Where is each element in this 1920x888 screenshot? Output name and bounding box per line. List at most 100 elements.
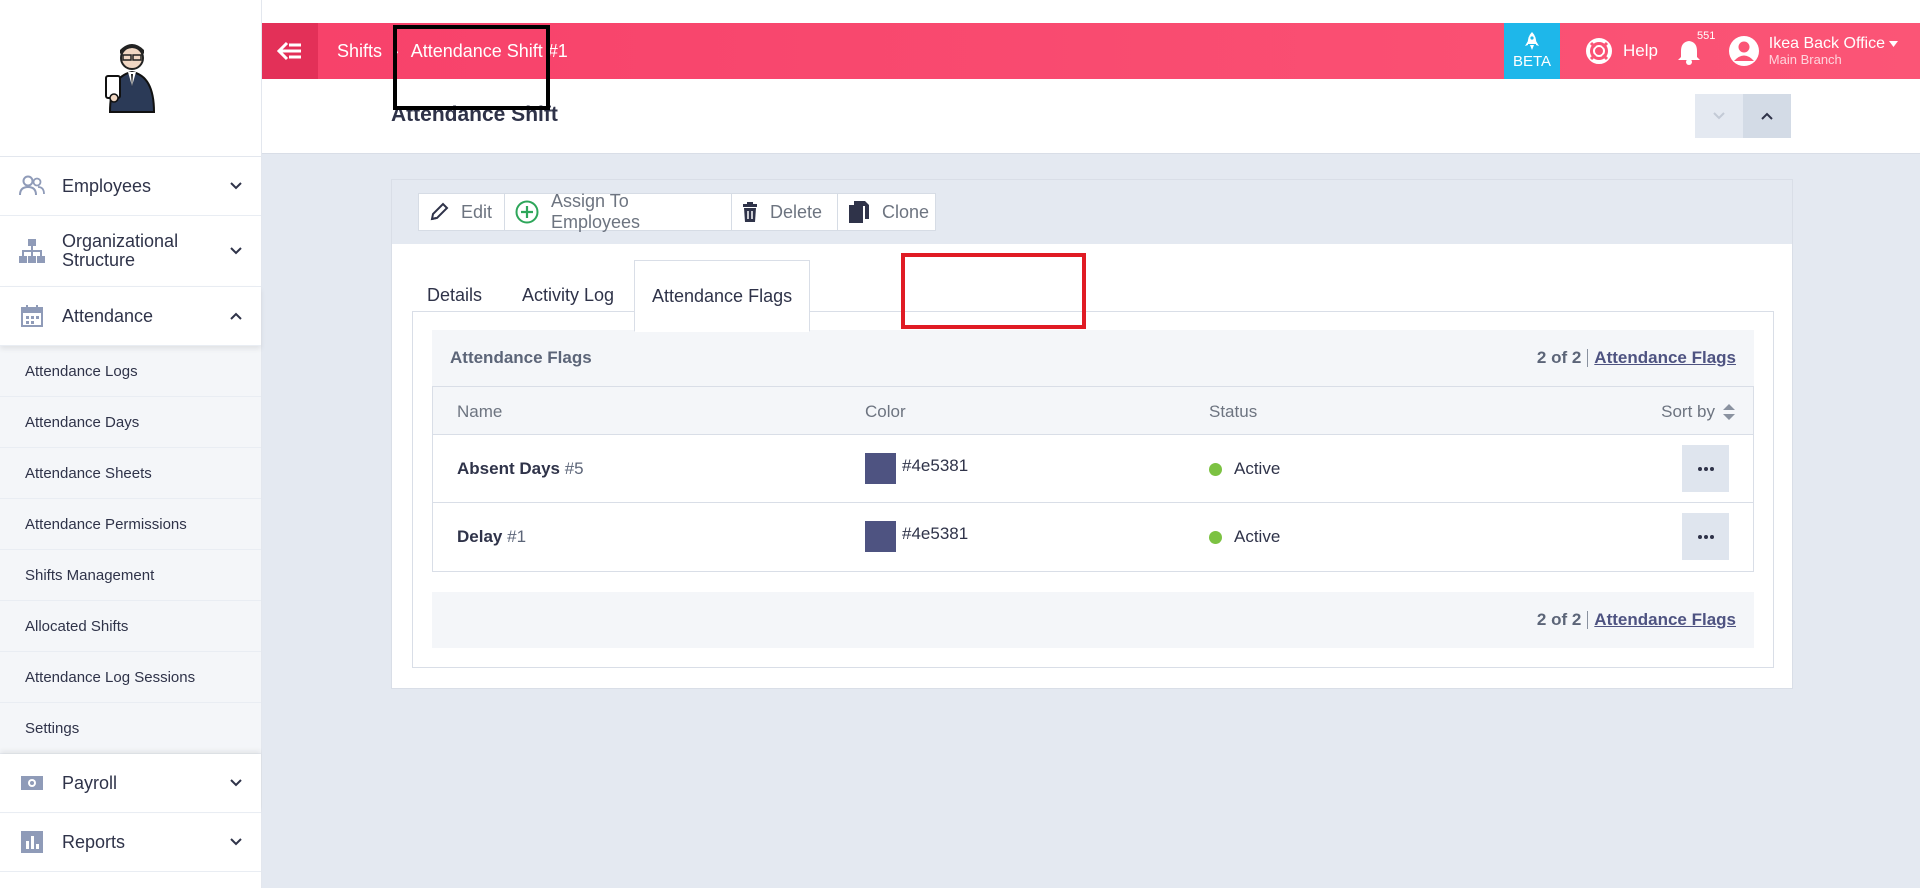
flag-status-cell: Active — [1209, 527, 1280, 547]
table-row[interactable]: Absent Days #5 #4e5381 Active — [433, 435, 1753, 503]
rocket-icon — [1525, 32, 1539, 50]
page-header: Attendance Shift — [262, 79, 1920, 154]
attendance-flags-link[interactable]: Attendance Flags — [1594, 348, 1736, 368]
breadcrumb-separator-icon: › — [394, 43, 399, 59]
sidebar-item-settings[interactable]: Settings — [0, 703, 261, 754]
beta-button[interactable]: BETA — [1504, 23, 1560, 79]
sidebar: Employees Organizational Structure Atten… — [0, 0, 262, 888]
sidebar-item-allocated-shifts[interactable]: Allocated Shifts — [0, 601, 261, 652]
pager-count: 2 of 2 — [1536, 610, 1582, 629]
main-area: Shifts › Attendance Shift #1 BETA Help 5… — [262, 0, 1920, 888]
status-dot-icon — [1209, 462, 1222, 476]
beta-label: BETA — [1512, 53, 1552, 70]
edit-button[interactable]: Edit — [418, 193, 505, 231]
copy-icon — [848, 200, 870, 224]
sidebar-item-attendance-log-sessions[interactable]: Attendance Log Sessions — [0, 652, 261, 703]
user-name: Ikea Back Office — [1768, 35, 1885, 52]
row-actions-button[interactable] — [1682, 513, 1729, 560]
trash-icon — [742, 202, 758, 222]
flag-number: #1 — [507, 527, 527, 546]
sidebar-group-organizational-structure[interactable]: Organizational Structure — [0, 216, 261, 287]
clone-button[interactable]: Clone — [837, 193, 936, 231]
sidebar-item-attendance-sheets[interactable]: Attendance Sheets — [0, 448, 261, 499]
flag-color-cell: #4e5381 — [865, 453, 968, 484]
lifebuoy-icon — [1586, 38, 1613, 64]
sidebar-group-attendance[interactable]: Attendance — [0, 287, 261, 346]
row-actions-button[interactable] — [1682, 445, 1729, 492]
table-header: Name Color Status Sort by — [433, 387, 1753, 435]
flag-number: #5 — [564, 459, 584, 478]
sidebar-item-attendance-logs[interactable]: Attendance Logs — [0, 346, 261, 397]
clone-label: Clone — [882, 201, 930, 222]
sidebar-group-reports[interactable]: Reports — [0, 813, 261, 872]
breadcrumb-shifts-link[interactable]: Shifts — [337, 41, 382, 62]
sort-by-label: Sort by — [1661, 402, 1715, 421]
edit-label: Edit — [461, 201, 493, 222]
color-hex: #4e5381 — [902, 523, 969, 543]
column-header-color: Color — [865, 402, 906, 421]
notification-count: 551 — [1697, 30, 1716, 42]
assign-label: Assign To Employees — [551, 191, 641, 232]
sidebar-group-label: Attendance — [62, 305, 154, 326]
flag-color-cell: #4e5381 — [865, 521, 968, 552]
money-icon — [18, 769, 46, 797]
pager-count: 2 of 2 — [1536, 348, 1582, 367]
pager-top: 2 of 2 Attendance Flags — [1537, 348, 1736, 368]
color-swatch — [865, 521, 896, 552]
back-arrow-icon — [277, 41, 301, 61]
caret-down-icon — [1889, 41, 1898, 47]
attendance-submenu: Attendance Logs Attendance Days Attendan… — [0, 346, 261, 754]
chevron-down-icon — [229, 776, 243, 790]
pager-divider — [1587, 611, 1589, 629]
flags-table: Name Color Status Sort by Absent Days #5 — [432, 386, 1754, 572]
top-navbar: Shifts › Attendance Shift #1 BETA Help 5… — [262, 23, 1920, 79]
chevron-up-icon — [229, 309, 243, 323]
table-row[interactable]: Delay #1 #4e5381 Active — [433, 503, 1753, 571]
sidebar-item-attendance-permissions[interactable]: Attendance Permissions — [0, 499, 261, 550]
color-hex: #4e5381 — [902, 455, 969, 475]
delete-button[interactable]: Delete — [731, 193, 838, 231]
sort-by-button[interactable]: Sort by — [1661, 402, 1735, 422]
flag-name-cell: Delay #1 — [457, 527, 526, 547]
breadcrumb: Shifts › Attendance Shift #1 — [337, 23, 568, 79]
top-spacer — [262, 0, 1920, 23]
delete-label: Delete — [770, 201, 823, 222]
attendance-flags-link[interactable]: Attendance Flags — [1594, 610, 1736, 630]
chevron-down-icon — [229, 835, 243, 849]
flags-footer: 2 of 2 Attendance Flags — [432, 592, 1754, 648]
businessman-logo-icon — [104, 44, 155, 113]
page-title: Attendance Shift — [391, 103, 558, 126]
flags-title: Attendance Flags — [450, 348, 592, 367]
status-label: Active — [1234, 459, 1281, 478]
breadcrumb-current: Attendance Shift #1 — [410, 40, 568, 61]
help-button[interactable]: Help — [1586, 23, 1658, 79]
chevron-up-icon — [1761, 112, 1773, 120]
user-menu[interactable]: Ikea Back Office Main Branch — [1728, 23, 1898, 79]
tab-attendance-flags[interactable]: Attendance Flags — [634, 260, 811, 332]
assign-to-employees-button[interactable]: Assign To Employees — [504, 191, 732, 232]
pager-bottom: 2 of 2 Attendance Flags — [1537, 610, 1736, 630]
collapse-down-button[interactable] — [1695, 94, 1743, 138]
collapse-up-button[interactable] — [1743, 94, 1791, 138]
back-button[interactable] — [262, 23, 318, 79]
org-chart-icon — [18, 237, 46, 265]
calendar-icon — [18, 302, 46, 330]
company-logo[interactable] — [0, 0, 261, 157]
sidebar-item-shifts-management[interactable]: Shifts Management — [0, 550, 261, 601]
record-panel: Edit Assign To Employees Delete Clone De… — [391, 179, 1793, 689]
sidebar-group-label: Reports — [62, 831, 126, 852]
ellipsis-icon — [1697, 466, 1714, 471]
chevron-down-icon — [1713, 112, 1725, 120]
sidebar-item-attendance-days[interactable]: Attendance Days — [0, 397, 261, 448]
panel-toggle-group — [1695, 94, 1791, 138]
bar-chart-icon — [18, 828, 46, 856]
flag-status-cell: Active — [1209, 459, 1280, 479]
notifications-button[interactable]: 551 — [1677, 30, 1715, 66]
sidebar-group-employees[interactable]: Employees — [0, 157, 261, 216]
sidebar-group-payroll[interactable]: Payroll — [0, 754, 261, 813]
people-icon — [18, 172, 46, 200]
bell-icon — [1678, 41, 1700, 65]
sort-arrows-icon — [1723, 404, 1735, 420]
sidebar-group-label: Organizational Structure — [62, 231, 179, 270]
user-branch: Main Branch — [1768, 52, 1842, 67]
